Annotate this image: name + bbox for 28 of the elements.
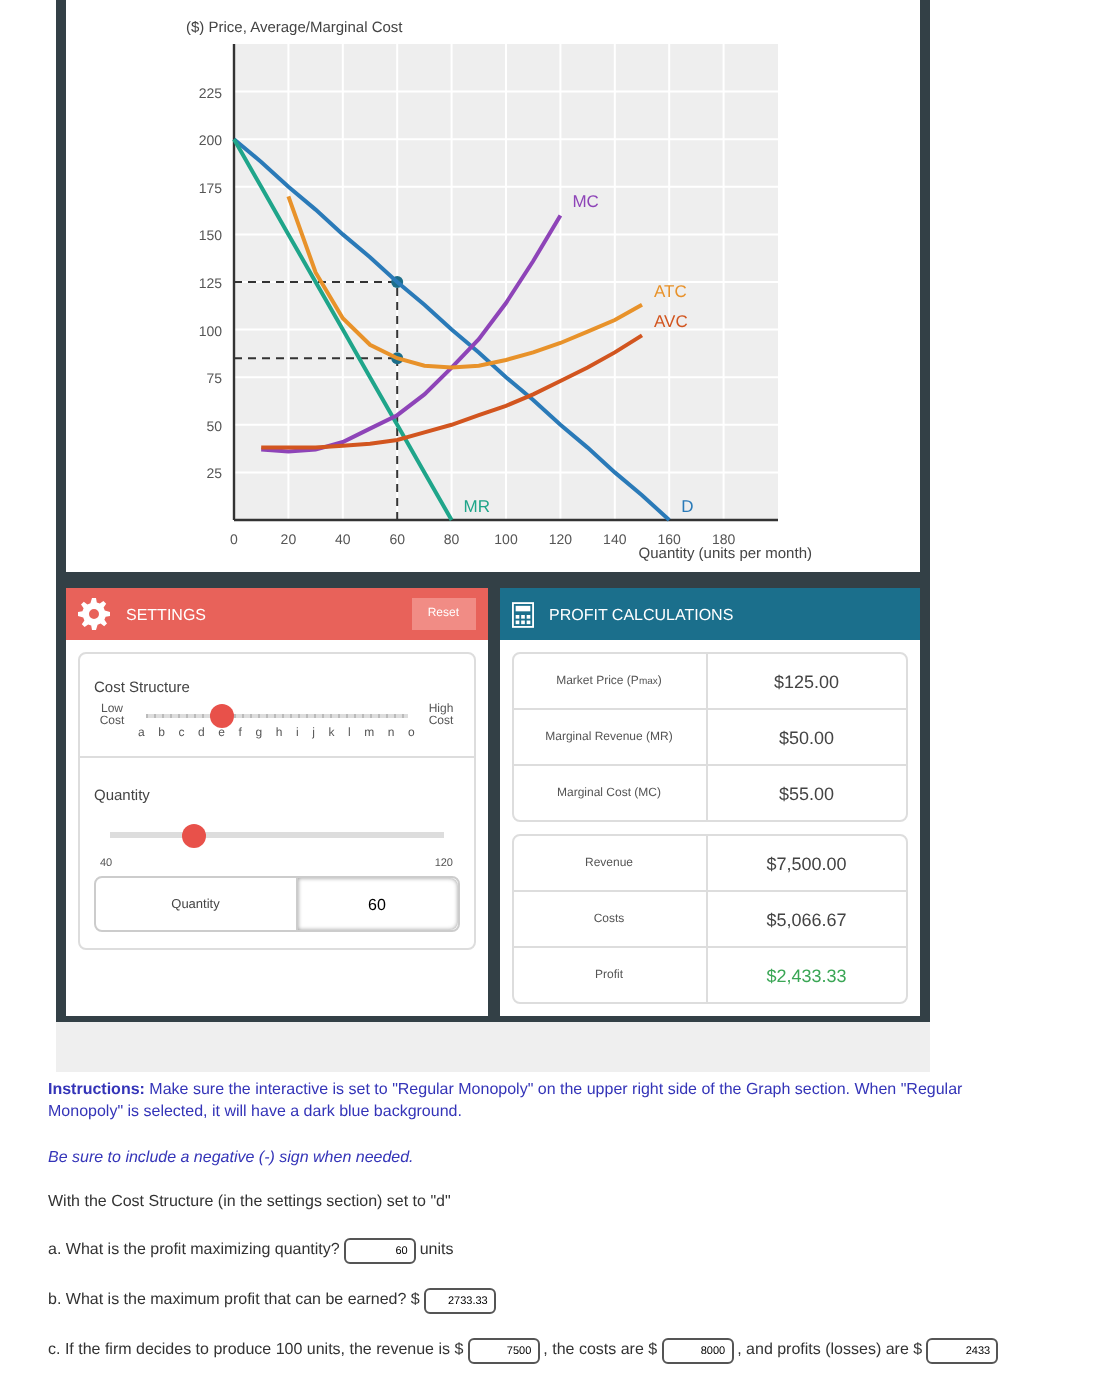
instructions-text: Instructions: Make sure the interactive is set to "Regular Monopoly" on the upper right side of the Graph section. When "Regular Monopoly" is selected, it will have a dark blue background. (48, 1080, 965, 1124)
gear-icon (78, 598, 110, 630)
curve-label: MR (463, 496, 491, 516)
question-text: c. If the firm decides to produce 100 units, the revenue is $ (48, 1340, 464, 1363)
intro-text: With the Cost Structure (in the settings section) set to "d" (48, 1192, 453, 1215)
row-value: $55.00 (776, 781, 837, 807)
point-marker (391, 276, 404, 288)
curve-label: ATC (654, 280, 687, 301)
row-value: $5,066.67 (764, 907, 849, 933)
slider-thumb[interactable] (181, 823, 206, 847)
calculator-icon (511, 601, 533, 627)
row-value: $7,500.00 (764, 851, 849, 877)
slider-thumb[interactable] (209, 704, 234, 728)
panel-title: SETTINGS (126, 605, 209, 623)
panel-title: PROFIT CALCULATIONS (549, 605, 736, 623)
row-value: $2,433.33 (764, 963, 849, 989)
question-text: a. What is the profit maximizing quantity? (48, 1240, 340, 1263)
row-value: $50.00 (776, 725, 837, 751)
question-text: , and profits (losses) are $ (737, 1340, 923, 1363)
curve-label: MC (572, 191, 599, 212)
note-text: Be sure to include a negative (-) sign when needed. (48, 1147, 416, 1169)
row-value: $125.00 (771, 669, 842, 695)
curve-label: D (681, 496, 694, 516)
question-text: units (419, 1240, 454, 1263)
question-text: b. What is the maximum profit that can be earned? $ (48, 1290, 420, 1313)
question-text: , the costs are $ (543, 1340, 658, 1363)
point-marker (391, 352, 404, 365)
curve-label: AVC (654, 311, 688, 332)
